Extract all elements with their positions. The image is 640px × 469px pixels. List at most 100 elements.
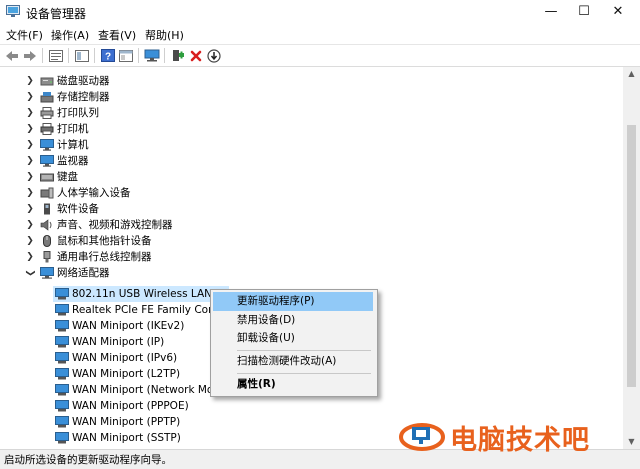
- context-properties[interactable]: 属性(R): [213, 375, 373, 394]
- tree-item-label: 打印队列: [57, 107, 99, 119]
- network-adapter-icon: [55, 320, 69, 332]
- menu-action[interactable]: 操作(A): [51, 27, 89, 43]
- expand-chevron-icon[interactable]: ❯: [25, 233, 35, 249]
- tree-item-keyboards[interactable]: ❯ 键盘: [0, 169, 623, 185]
- network-adapter-label: WAN Miniport (IPv6): [72, 352, 178, 364]
- tree-item-label: 监视器: [57, 155, 89, 167]
- toolbar: ?: [0, 45, 640, 67]
- tree-item-label: 人体学输入设备: [57, 187, 131, 199]
- expand-chevron-icon[interactable]: ❯: [25, 153, 35, 169]
- tree-item-monitors[interactable]: ❯ 监视器: [0, 153, 623, 169]
- context-scan-hardware[interactable]: 扫描检测硬件改动(A): [213, 352, 373, 371]
- context-separator: [237, 373, 371, 374]
- vertical-scrollbar[interactable]: ▲ ▼: [623, 67, 640, 449]
- network-adapter-label: WAN Miniport (PPPOE): [72, 400, 189, 412]
- expand-chevron-icon[interactable]: ❯: [25, 137, 35, 153]
- tree-item-label: 鼠标和其他指针设备: [57, 235, 152, 247]
- tree-item-storage-controllers[interactable]: ❯ 存储控制器: [0, 89, 623, 105]
- expand-chevron-icon[interactable]: ❯: [25, 121, 35, 137]
- watermark-text: 电脑技术吧: [450, 425, 590, 456]
- collapse-chevron-icon[interactable]: ❯: [22, 268, 38, 278]
- close-button[interactable]: ✕: [600, 0, 636, 24]
- expand-chevron-icon[interactable]: ❯: [25, 73, 35, 89]
- back-arrow-icon[interactable]: [3, 47, 21, 64]
- storage-controller-icon: [40, 92, 54, 103]
- network-adapter-item[interactable]: WAN Miniport (SSTP): [53, 430, 253, 446]
- maximize-button[interactable]: ☐: [566, 0, 602, 24]
- tree-item-computer[interactable]: ❯ 计算机: [0, 137, 623, 153]
- expand-chevron-icon[interactable]: ❯: [25, 201, 35, 217]
- update-driver-icon[interactable]: [205, 47, 223, 64]
- network-adapter-icon: [55, 336, 69, 348]
- network-adapter-icon: [55, 368, 69, 380]
- network-adapter-label: WAN Miniport (IP): [72, 336, 165, 348]
- menu-help[interactable]: 帮助(H): [145, 27, 184, 43]
- toolbar-separator: [42, 48, 43, 63]
- network-adapter-item[interactable]: WAN Miniport (PPTP): [53, 414, 253, 430]
- show-hide-pane-icon[interactable]: [73, 47, 91, 64]
- network-adapter-icon: [40, 267, 54, 279]
- print-queue-icon: [40, 107, 54, 119]
- tree-item-usb[interactable]: ❯ 通用串行总线控制器: [0, 249, 623, 265]
- tree-item-mice[interactable]: ❯ 鼠标和其他指针设备: [0, 233, 623, 249]
- menu-view[interactable]: 查看(V): [98, 27, 136, 43]
- expand-chevron-icon[interactable]: ❯: [25, 249, 35, 265]
- add-driver-icon[interactable]: [169, 47, 187, 64]
- context-uninstall-device[interactable]: 卸载设备(U): [213, 329, 373, 348]
- network-adapter-item[interactable]: WAN Miniport (PPPOE): [53, 398, 253, 414]
- disk-drive-icon: [40, 77, 54, 86]
- properties-icon[interactable]: [47, 47, 65, 64]
- network-adapter-label: WAN Miniport (Network Mo: [72, 384, 214, 396]
- tree-item-label: 计算机: [57, 139, 89, 151]
- help-icon[interactable]: ?: [99, 47, 117, 64]
- tree-item-printers[interactable]: ❯ 打印机: [0, 121, 623, 137]
- network-adapter-icon: [55, 416, 69, 428]
- status-text: 启动所选设备的更新驱动程序向导。: [4, 454, 172, 466]
- software-device-icon: [44, 203, 50, 215]
- tree-item-disk-drives[interactable]: ❯ 磁盘驱动器: [0, 73, 623, 89]
- tree-item-hid[interactable]: ❯ 人体学输入设备: [0, 185, 623, 201]
- network-adapter-icon: [55, 432, 69, 444]
- usb-icon: [43, 251, 51, 263]
- device-manager-icon: [6, 5, 20, 17]
- expand-chevron-icon[interactable]: ❯: [25, 185, 35, 201]
- tree-item-sound[interactable]: ❯ 声音、视频和游戏控制器: [0, 217, 623, 233]
- expand-chevron-icon[interactable]: ❯: [25, 89, 35, 105]
- context-menu: 更新驱动程序(P) 禁用设备(D) 卸载设备(U) 扫描检测硬件改动(A) 属性…: [210, 289, 378, 397]
- network-adapter-label: Realtek PCIe FE Family Contro: [72, 304, 230, 316]
- scrollbar-thumb[interactable]: [627, 125, 636, 387]
- tree-item-software-devices[interactable]: ❯ 软件设备: [0, 201, 623, 217]
- minimize-button[interactable]: —: [533, 0, 569, 24]
- network-adapter-icon: [55, 288, 69, 300]
- svg-text:?: ?: [105, 52, 111, 63]
- network-adapter-item-selected[interactable]: 802.11n USB Wireless LAN Ca: [53, 286, 229, 302]
- network-adapter-label: 802.11n USB Wireless LAN Ca: [72, 288, 230, 300]
- expand-chevron-icon[interactable]: ❯: [25, 105, 35, 121]
- tree-item-label: 磁盘驱动器: [57, 75, 110, 87]
- tree-item-network-adapters[interactable]: ❯ 网络适配器: [0, 265, 623, 281]
- scroll-up-icon[interactable]: ▲: [623, 67, 640, 81]
- network-adapter-label: WAN Miniport (PPTP): [72, 416, 181, 428]
- mouse-icon: [43, 235, 51, 247]
- menu-bar: 文件(F) 操作(A) 查看(V) 帮助(H): [0, 24, 640, 45]
- scan-hardware-icon[interactable]: [143, 47, 161, 64]
- network-adapter-icon: [55, 400, 69, 412]
- window-title: 设备管理器: [26, 7, 87, 21]
- printer-icon: [40, 123, 54, 135]
- menu-file[interactable]: 文件(F): [6, 27, 43, 43]
- network-adapter-label: WAN Miniport (L2TP): [72, 368, 181, 380]
- uninstall-icon[interactable]: [187, 47, 205, 64]
- context-disable-device[interactable]: 禁用设备(D): [213, 311, 373, 330]
- toolbar-separator: [94, 48, 95, 63]
- tree-item-label: 通用串行总线控制器: [57, 251, 152, 263]
- forward-arrow-icon[interactable]: [21, 47, 39, 64]
- tree-item-print-queues[interactable]: ❯ 打印队列: [0, 105, 623, 121]
- monitor-icon: [40, 155, 54, 167]
- computer-icon: [40, 139, 54, 151]
- view-icon[interactable]: [117, 47, 135, 64]
- toolbar-separator: [68, 48, 69, 63]
- expand-chevron-icon[interactable]: ❯: [25, 217, 35, 233]
- context-update-driver[interactable]: 更新驱动程序(P): [213, 292, 373, 311]
- network-adapter-icon: [55, 304, 69, 316]
- expand-chevron-icon[interactable]: ❯: [25, 169, 35, 185]
